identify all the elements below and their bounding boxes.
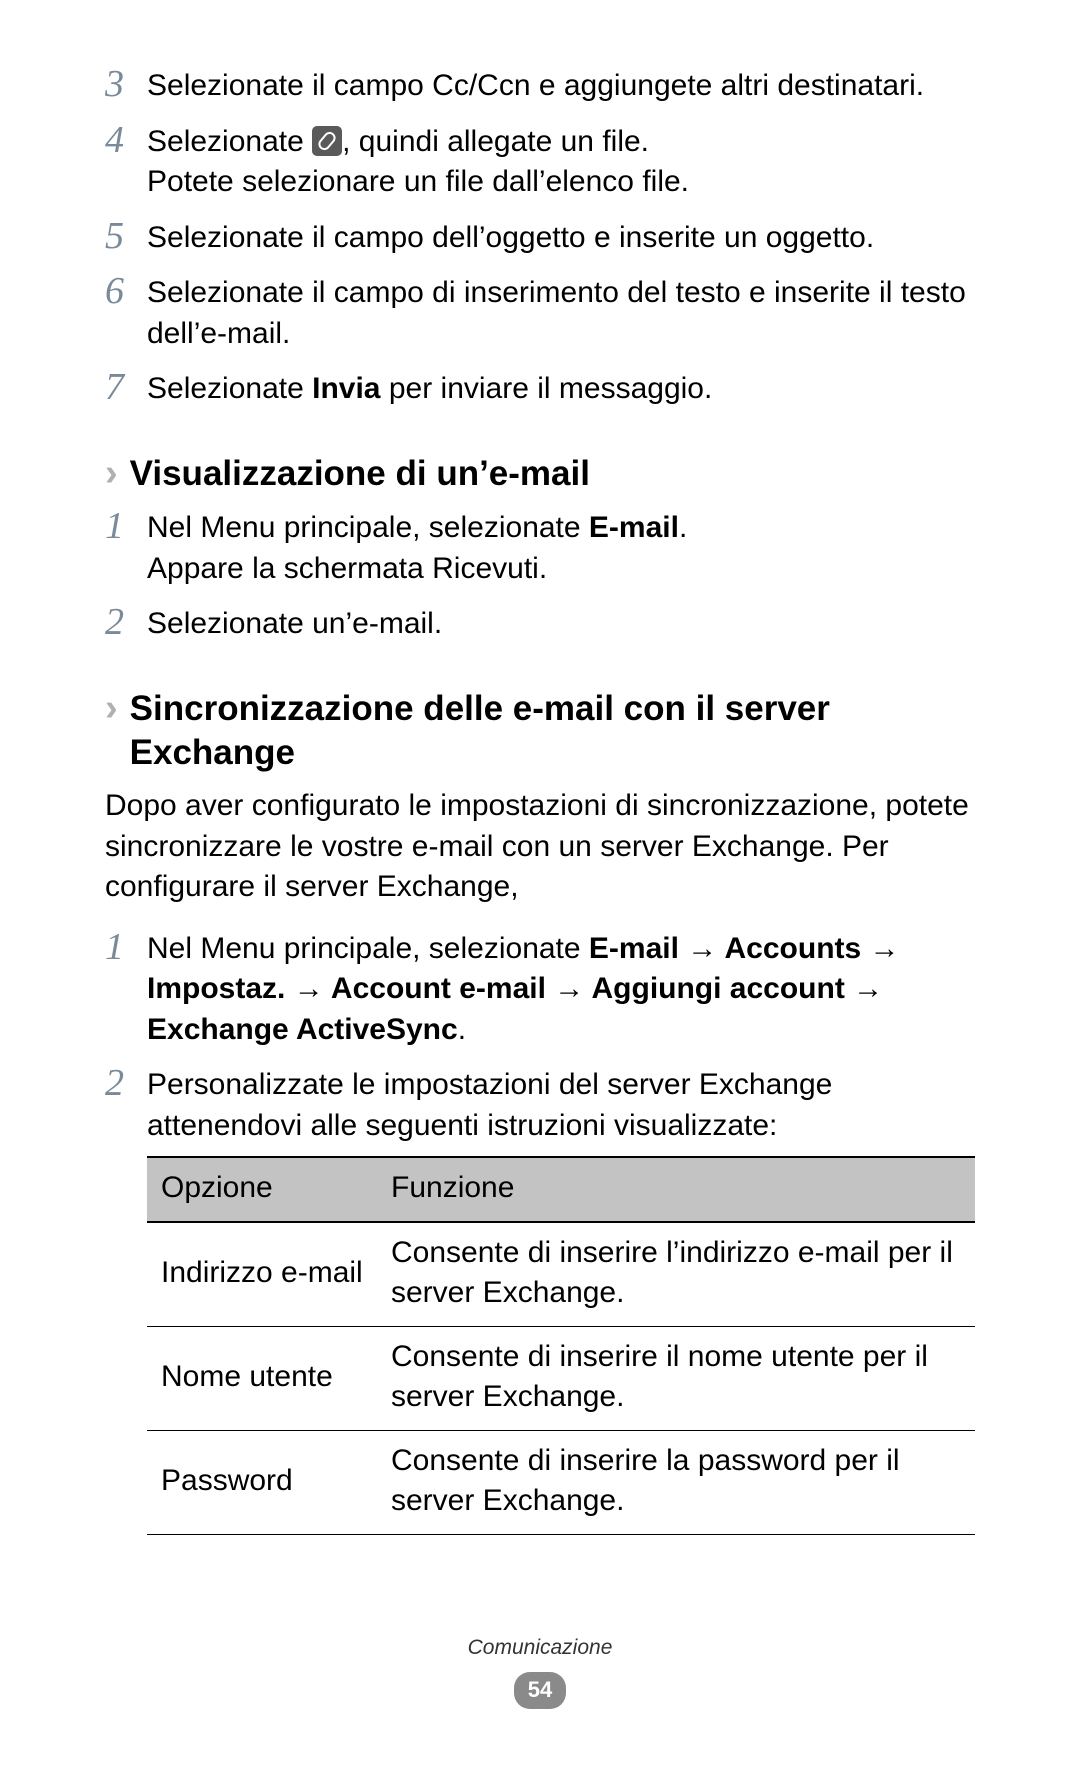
- cell-function: Consente di inserire il nome utente per …: [377, 1326, 975, 1430]
- chevron-right-icon: ›: [105, 687, 118, 731]
- text-pre: Nel Menu principale, selezionate: [147, 511, 589, 544]
- step-number: 2: [105, 1064, 147, 1104]
- table-row: Indirizzo e-mail Consente di inserire l’…: [147, 1222, 975, 1327]
- section-heading-view-email: › Visualizzazione di un’e-mail: [105, 452, 975, 496]
- options-table: Opzione Funzione Indirizzo e-mail Consen…: [147, 1156, 975, 1535]
- cell-option: Nome utente: [147, 1326, 377, 1430]
- section-heading-sync-exchange: › Sincronizzazione delle e-mail con il s…: [105, 687, 975, 775]
- step-text: Personalizzate le impostazioni del serve…: [147, 1064, 975, 1535]
- step-text: Selezionate il campo Cc/Ccn e aggiungete…: [147, 65, 975, 107]
- heading-text: Sincronizzazione delle e-mail con il ser…: [130, 687, 975, 775]
- step-text: Selezionate Invia per inviare il messagg…: [147, 368, 975, 410]
- step-text: Nel Menu principale, selezionate E-mail.…: [147, 507, 975, 589]
- step-line2: Appare la schermata Ricevuti.: [147, 549, 975, 590]
- step-b2: 2 Selezionate un’e-mail.: [105, 603, 975, 645]
- page-footer: Comunicazione 54: [0, 1634, 1080, 1709]
- chevron-right-icon: ›: [105, 452, 118, 496]
- table-row: Password Consente di inserire la passwor…: [147, 1430, 975, 1534]
- step-number: 3: [105, 65, 147, 105]
- heading-text: Visualizzazione di un’e-mail: [130, 452, 975, 496]
- cell-function: Consente di inserire la password per il …: [377, 1430, 975, 1534]
- step-6: 6 Selezionate il campo di inserimento de…: [105, 272, 975, 354]
- steps-group-b: 1 Nel Menu principale, selezionate E-mai…: [105, 507, 975, 645]
- step-5: 5 Selezionate il campo dell’oggetto e in…: [105, 217, 975, 259]
- text-pre: Nel Menu principale, selezionate: [147, 932, 589, 965]
- step-text: Selezionate , quindi allegate un file. P…: [147, 121, 975, 203]
- step-3: 3 Selezionate il campo Cc/Ccn e aggiunge…: [105, 65, 975, 107]
- step-c1: 1 Nel Menu principale, selezionate E-mai…: [105, 928, 975, 1051]
- cell-option: Password: [147, 1430, 377, 1534]
- attach-icon: [312, 126, 342, 156]
- step-text: Selezionate il campo dell’oggetto e inse…: [147, 217, 975, 259]
- text-bold: E-mail: [589, 511, 679, 544]
- cell-function: Consente di inserire l’indirizzo e-mail …: [377, 1222, 975, 1327]
- cell-option: Indirizzo e-mail: [147, 1222, 377, 1327]
- step-b1: 1 Nel Menu principale, selezionate E-mai…: [105, 507, 975, 589]
- step-number: 6: [105, 272, 147, 312]
- step-number: 1: [105, 507, 147, 547]
- step-number: 7: [105, 368, 147, 408]
- step-number: 4: [105, 121, 147, 161]
- step-7: 7 Selezionate Invia per inviare il messa…: [105, 368, 975, 410]
- step-number: 5: [105, 217, 147, 257]
- text-post: .: [679, 511, 687, 544]
- text-post: , quindi allegate un file.: [342, 125, 649, 158]
- table-row: Nome utente Consente di inserire il nome…: [147, 1326, 975, 1430]
- step-c2-text: Personalizzate le impostazioni del serve…: [147, 1068, 832, 1142]
- text-pre: Selezionate: [147, 372, 312, 405]
- step-number: 1: [105, 928, 147, 968]
- text-pre: Selezionate: [147, 125, 312, 158]
- step-line2: Potete selezionare un file dall’elenco f…: [147, 162, 975, 203]
- footer-section-label: Comunicazione: [0, 1634, 1080, 1662]
- table-header-option: Opzione: [147, 1157, 377, 1222]
- text-post: .: [458, 1013, 466, 1046]
- text-bold: Invia: [312, 372, 380, 405]
- step-text: Selezionate il campo di inserimento del …: [147, 272, 975, 354]
- step-text: Nel Menu principale, selezionate E-mail …: [147, 928, 975, 1051]
- section-intro: Dopo aver configurato le impostazioni di…: [105, 786, 975, 908]
- steps-group-a: 3 Selezionate il campo Cc/Ccn e aggiunge…: [105, 65, 975, 410]
- step-number: 2: [105, 603, 147, 643]
- step-text: Selezionate un’e-mail.: [147, 603, 975, 645]
- table-header-function: Funzione: [377, 1157, 975, 1222]
- step-c2: 2 Personalizzate le impostazioni del ser…: [105, 1064, 975, 1535]
- page-number-badge: 54: [514, 1672, 566, 1709]
- step-4: 4 Selezionate , quindi allegate un file.…: [105, 121, 975, 203]
- text-post: per inviare il messaggio.: [381, 372, 713, 405]
